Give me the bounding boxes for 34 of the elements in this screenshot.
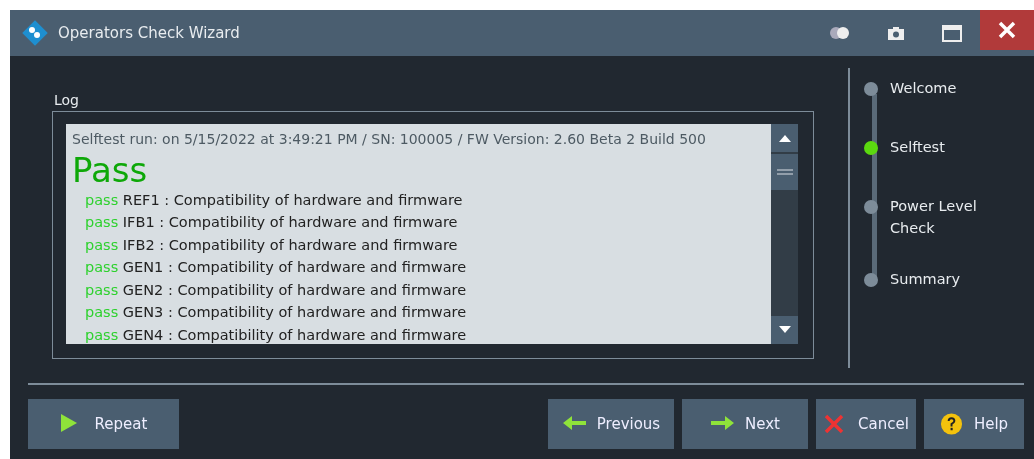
status-text: pass [85, 214, 119, 230]
scroll-thumb[interactable] [771, 154, 798, 190]
step-label: Welcome [890, 79, 958, 98]
cancel-button[interactable]: Cancel [816, 399, 916, 449]
step-label: Power Level Check [890, 197, 978, 238]
log-entry: REF1 : Compatibility of hardware and firmware [122, 191, 463, 208]
step-label: Summary [890, 270, 962, 289]
status-text: pass [85, 304, 119, 320]
result-text: Pass [72, 150, 149, 189]
previous-button[interactable]: Previous [548, 399, 674, 449]
question-icon [939, 413, 964, 435]
log-header: Selftest run: on 5/15/2022 at 3:49:21 PM / SN: 100005 / FW Version: 2.60 Beta 2 Build 500 [72, 130, 707, 149]
log-label: Log [54, 91, 80, 110]
log-entry: GEN2 : Compatibility of hardware and firmware [122, 281, 467, 298]
next-button[interactable]: Next [682, 399, 808, 449]
help-button[interactable]: Help [924, 399, 1024, 449]
status-text: pass [85, 326, 119, 343]
log-entry: GEN3 : Compatibility of hardware and firmware [122, 304, 467, 320]
close-button[interactable] [980, 10, 1034, 50]
log-entry: GEN1 : Compatibility of hardware and firmware [122, 259, 467, 275]
status-text: pass [85, 191, 119, 208]
status-text: pass [85, 236, 119, 253]
scrollbar[interactable] [771, 124, 798, 344]
step-label: Selftest [890, 138, 946, 157]
log-entry: GEN4 : Compatibility of hardware and firmware [122, 326, 467, 343]
scroll-down-icon[interactable] [771, 316, 798, 344]
repeat-button[interactable]: Repeat [28, 399, 179, 449]
status-text: pass [85, 281, 119, 298]
log-entry: IFB2 : Compatibility of hardware and firmware [122, 236, 458, 253]
window-title: Operators Check Wizard [58, 22, 240, 44]
status-text: pass [85, 259, 119, 275]
log-entry: IFB1 : Compatibility of hardware and firmware [122, 214, 458, 230]
scroll-up-icon[interactable] [771, 124, 798, 152]
close-icon [998, 21, 1016, 39]
